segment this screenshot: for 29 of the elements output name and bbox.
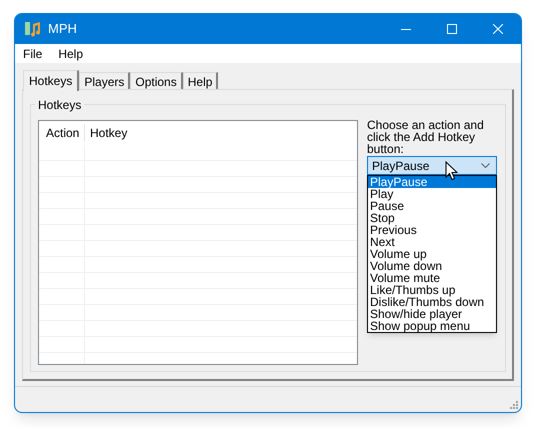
dropdown-option[interactable]: Dislike/Thumbs down (368, 296, 496, 308)
menu-item[interactable]: File (15, 44, 50, 62)
dropdown-option[interactable]: Show/hide player (368, 308, 496, 320)
tab[interactable]: Hotkeys (23, 70, 80, 91)
column-header[interactable]: Action (39, 124, 85, 142)
music-note-icon (25, 21, 41, 37)
dropdown-option[interactable]: Next (368, 236, 496, 248)
dropdown-option[interactable]: PlayPause (368, 176, 496, 188)
tab[interactable]: Players (79, 72, 130, 90)
dropdown-option[interactable]: Play (368, 188, 496, 200)
dropdown-option[interactable]: Pause (368, 200, 496, 212)
dropdown-option[interactable]: Volume up (368, 248, 496, 260)
dropdown-option[interactable]: Stop (368, 212, 496, 224)
resize-grip-icon (510, 401, 519, 410)
column-header[interactable]: Hotkey (85, 124, 357, 142)
dropdown-option[interactable]: Previous (368, 224, 496, 236)
dropdown-option[interactable]: Like/Thumbs up (368, 284, 496, 296)
menu-item[interactable]: Help (50, 44, 92, 62)
chevron-down-icon (481, 163, 490, 168)
window-title: MPH (48, 20, 77, 38)
dropdown-option[interactable]: Volume mute (368, 272, 496, 284)
dropdown-option[interactable]: Volume down (368, 260, 496, 272)
instruction-text: Choose an action and click the Add Hotkey button: (367, 119, 485, 155)
maximize-icon (447, 24, 457, 34)
close-icon (493, 24, 503, 34)
tab[interactable]: Help (182, 72, 218, 90)
action-dropdown[interactable]: PlayPause (367, 156, 497, 175)
dropdown-option[interactable]: Show popup menu (368, 320, 496, 332)
tab[interactable]: Options (130, 72, 183, 90)
